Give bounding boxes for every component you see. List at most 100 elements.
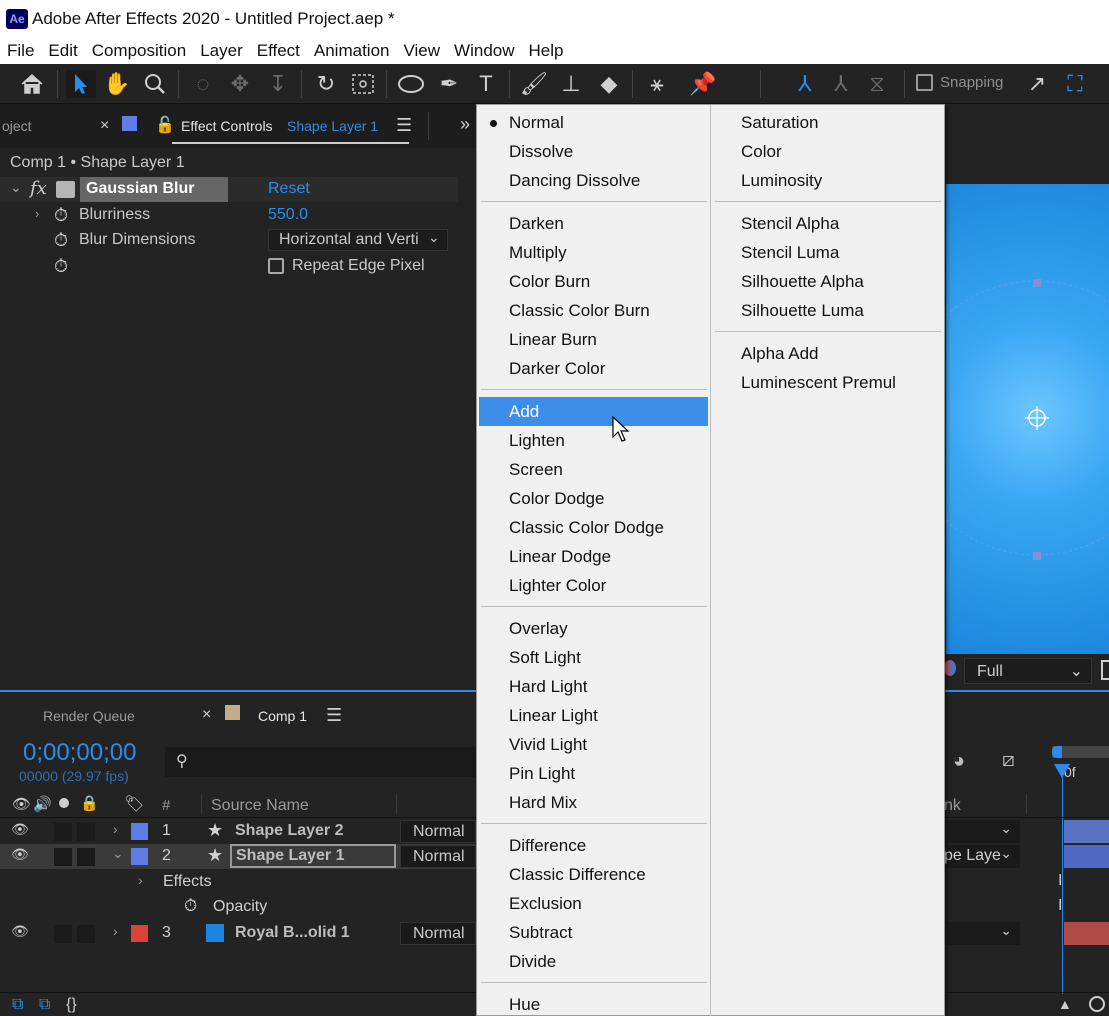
blend-mode-overlay[interactable]: Overlay [479, 614, 708, 643]
rotation-tool-icon[interactable]: ↻ [311, 70, 341, 98]
effect-presets-icon[interactable] [56, 181, 75, 198]
column-source-name[interactable]: Source Name [211, 797, 309, 815]
roto-brush-tool-icon[interactable]: ⚹ [642, 70, 672, 98]
blend-mode-soft-light[interactable]: Soft Light [479, 643, 708, 672]
menu-help[interactable]: Help [522, 41, 571, 61]
blend-mode-silhouette-luma[interactable]: Silhouette Luma [713, 296, 943, 325]
menu-window[interactable]: Window [447, 41, 521, 61]
blend-mode-select[interactable]: Normal [400, 820, 476, 843]
blend-mode-select[interactable]: Normal [400, 845, 476, 868]
chevron-right-icon[interactable]: › [113, 821, 118, 837]
selection-tool-icon[interactable] [66, 70, 96, 98]
zoom-slider-handle[interactable] [1089, 996, 1105, 1012]
column-parent-link[interactable]: nk [944, 797, 961, 815]
effects-group-row[interactable]: › Effects [0, 870, 476, 895]
graph-editor-icon[interactable]: ⧄ [1002, 749, 1015, 772]
snapping-toggle[interactable]: Snapping [916, 74, 1003, 91]
blend-mode-normal[interactable]: Normal [479, 108, 708, 137]
layer-name[interactable]: Shape Layer 2 [235, 822, 344, 840]
solo-icon[interactable] [59, 798, 69, 808]
chevron-right-icon[interactable]: › [35, 206, 39, 221]
effect-controls-layer-name[interactable]: Shape Layer 1 [287, 118, 378, 134]
fx-icon[interactable]: fx [30, 178, 47, 199]
blend-mode-dissolve[interactable]: Dissolve [479, 137, 708, 166]
type-tool-icon[interactable]: T [471, 70, 501, 98]
stopwatch-icon[interactable]: ⏱ [54, 205, 68, 226]
opacity-property-row[interactable]: ⏱ Opacity [0, 895, 476, 920]
label-color[interactable] [131, 925, 148, 942]
project-tab[interactable]: oject [2, 118, 32, 134]
layer-duration-bar[interactable] [1064, 820, 1109, 843]
parent-select[interactable]: ⌄ [944, 820, 1020, 843]
expand-icon[interactable]: ↗ [1022, 70, 1052, 98]
blend-mode-classic-color-dodge[interactable]: Classic Color Dodge [479, 513, 708, 542]
label-color[interactable] [131, 823, 148, 840]
layer-name[interactable]: Royal B...olid 1 [235, 924, 350, 942]
label-tag-icon[interactable]: 🏷 [124, 794, 144, 814]
parent-select[interactable]: ⌄ [944, 922, 1020, 945]
render-queue-tab[interactable]: Render Queue [43, 708, 135, 724]
chevron-down-icon[interactable]: ⌄ [10, 179, 22, 196]
hand-tool-icon[interactable]: ✋ [102, 70, 132, 98]
audio-icon[interactable]: 🔊 [33, 795, 52, 813]
lock-icon[interactable]: 🔓 [155, 115, 175, 135]
menu-composition[interactable]: Composition [85, 41, 194, 61]
home-icon[interactable] [17, 70, 47, 98]
blend-mode-darken[interactable]: Darken [479, 209, 708, 238]
eye-icon[interactable]: 👁 [11, 846, 29, 863]
layer-row[interactable]: 👁 › 3 Royal B...olid 1 Normal [0, 921, 476, 946]
effect-name[interactable]: Gaussian Blur [80, 177, 228, 202]
close-tab-icon[interactable]: × [100, 117, 109, 135]
blend-mode-hard-light[interactable]: Hard Light [479, 672, 708, 701]
effect-row-gaussian-blur[interactable]: ⌄ fx Gaussian Blur Reset [0, 177, 458, 202]
panel-menu-icon[interactable]: ☰ [396, 115, 412, 136]
label-color[interactable] [131, 848, 148, 865]
repeat-edge-checkbox[interactable] [268, 258, 284, 274]
blend-mode-subtract[interactable]: Subtract [479, 918, 708, 947]
zoom-out-icon[interactable]: ▲ [1058, 996, 1072, 1012]
blend-mode-classic-difference[interactable]: Classic Difference [479, 860, 708, 889]
chevron-right-icon[interactable]: › [138, 872, 143, 888]
blend-mode-saturation[interactable]: Saturation [713, 108, 943, 137]
stopwatch-icon[interactable]: ⏱ [184, 896, 197, 916]
menu-view[interactable]: View [397, 41, 448, 61]
menu-layer[interactable]: Layer [193, 41, 250, 61]
comp-tab[interactable]: Comp 1 [258, 708, 307, 724]
blend-mode-divide[interactable]: Divide [479, 947, 708, 976]
blend-mode-luminosity[interactable]: Luminosity [713, 166, 943, 195]
blend-mode-multiply[interactable]: Multiply [479, 238, 708, 267]
blend-mode-color[interactable]: Color [713, 137, 943, 166]
pen-tool-icon[interactable]: ✒ [434, 70, 464, 98]
blend-mode-select[interactable]: Normal [400, 922, 476, 945]
blend-mode-stencil-luma[interactable]: Stencil Luma [713, 238, 943, 267]
chevron-down-icon[interactable]: ⌄ [112, 845, 124, 862]
menu-animation[interactable]: Animation [307, 41, 397, 61]
motion-blur-icon[interactable]: ◕ [953, 750, 965, 773]
layer-row-selected[interactable]: 👁 ⌄ 2 ★ Shape Layer 1 Normal [0, 844, 476, 869]
pan-camera-icon[interactable]: ✥ [225, 70, 255, 98]
blur-dimensions-select[interactable]: Horizontal and Verti [268, 229, 448, 251]
transfer-controls-icon[interactable]: ⧉ [39, 996, 50, 1014]
snapping-checkbox[interactable] [916, 74, 933, 91]
layer-switches-icon[interactable]: ⧉ [12, 996, 23, 1014]
layer-name[interactable]: Shape Layer 1 [230, 844, 396, 868]
layer-search-input[interactable]: ⚲ [165, 747, 476, 777]
blend-mode-linear-burn[interactable]: Linear Burn [479, 325, 708, 354]
blend-mode-classic-color-burn[interactable]: Classic Color Burn [479, 296, 708, 325]
blend-mode-alpha-add[interactable]: Alpha Add [713, 339, 943, 368]
layer-duration-bar[interactable] [1064, 922, 1109, 945]
effect-controls-tab[interactable]: Effect Controls [181, 118, 273, 134]
blend-mode-screen[interactable]: Screen [479, 455, 708, 484]
zoom-tool-icon[interactable] [140, 70, 170, 98]
menu-edit[interactable]: Edit [41, 41, 84, 61]
menu-effect[interactable]: Effect [250, 41, 307, 61]
blend-mode-luminescent-premul[interactable]: Luminescent Premul [713, 368, 943, 397]
region-of-interest-icon[interactable] [1101, 660, 1109, 680]
puppet-pin-tool-icon[interactable]: 📌 [688, 70, 718, 98]
blend-mode-hard-mix[interactable]: Hard Mix [479, 788, 708, 817]
stopwatch-icon[interactable]: ⏱ [54, 256, 68, 277]
parent-select[interactable]: pe Laye ⌄ [944, 845, 1020, 868]
local-axis-icon[interactable]: ⅄ [790, 70, 820, 98]
blend-mode-linear-light[interactable]: Linear Light [479, 701, 708, 730]
blurriness-value[interactable]: 550.0 [268, 206, 308, 224]
